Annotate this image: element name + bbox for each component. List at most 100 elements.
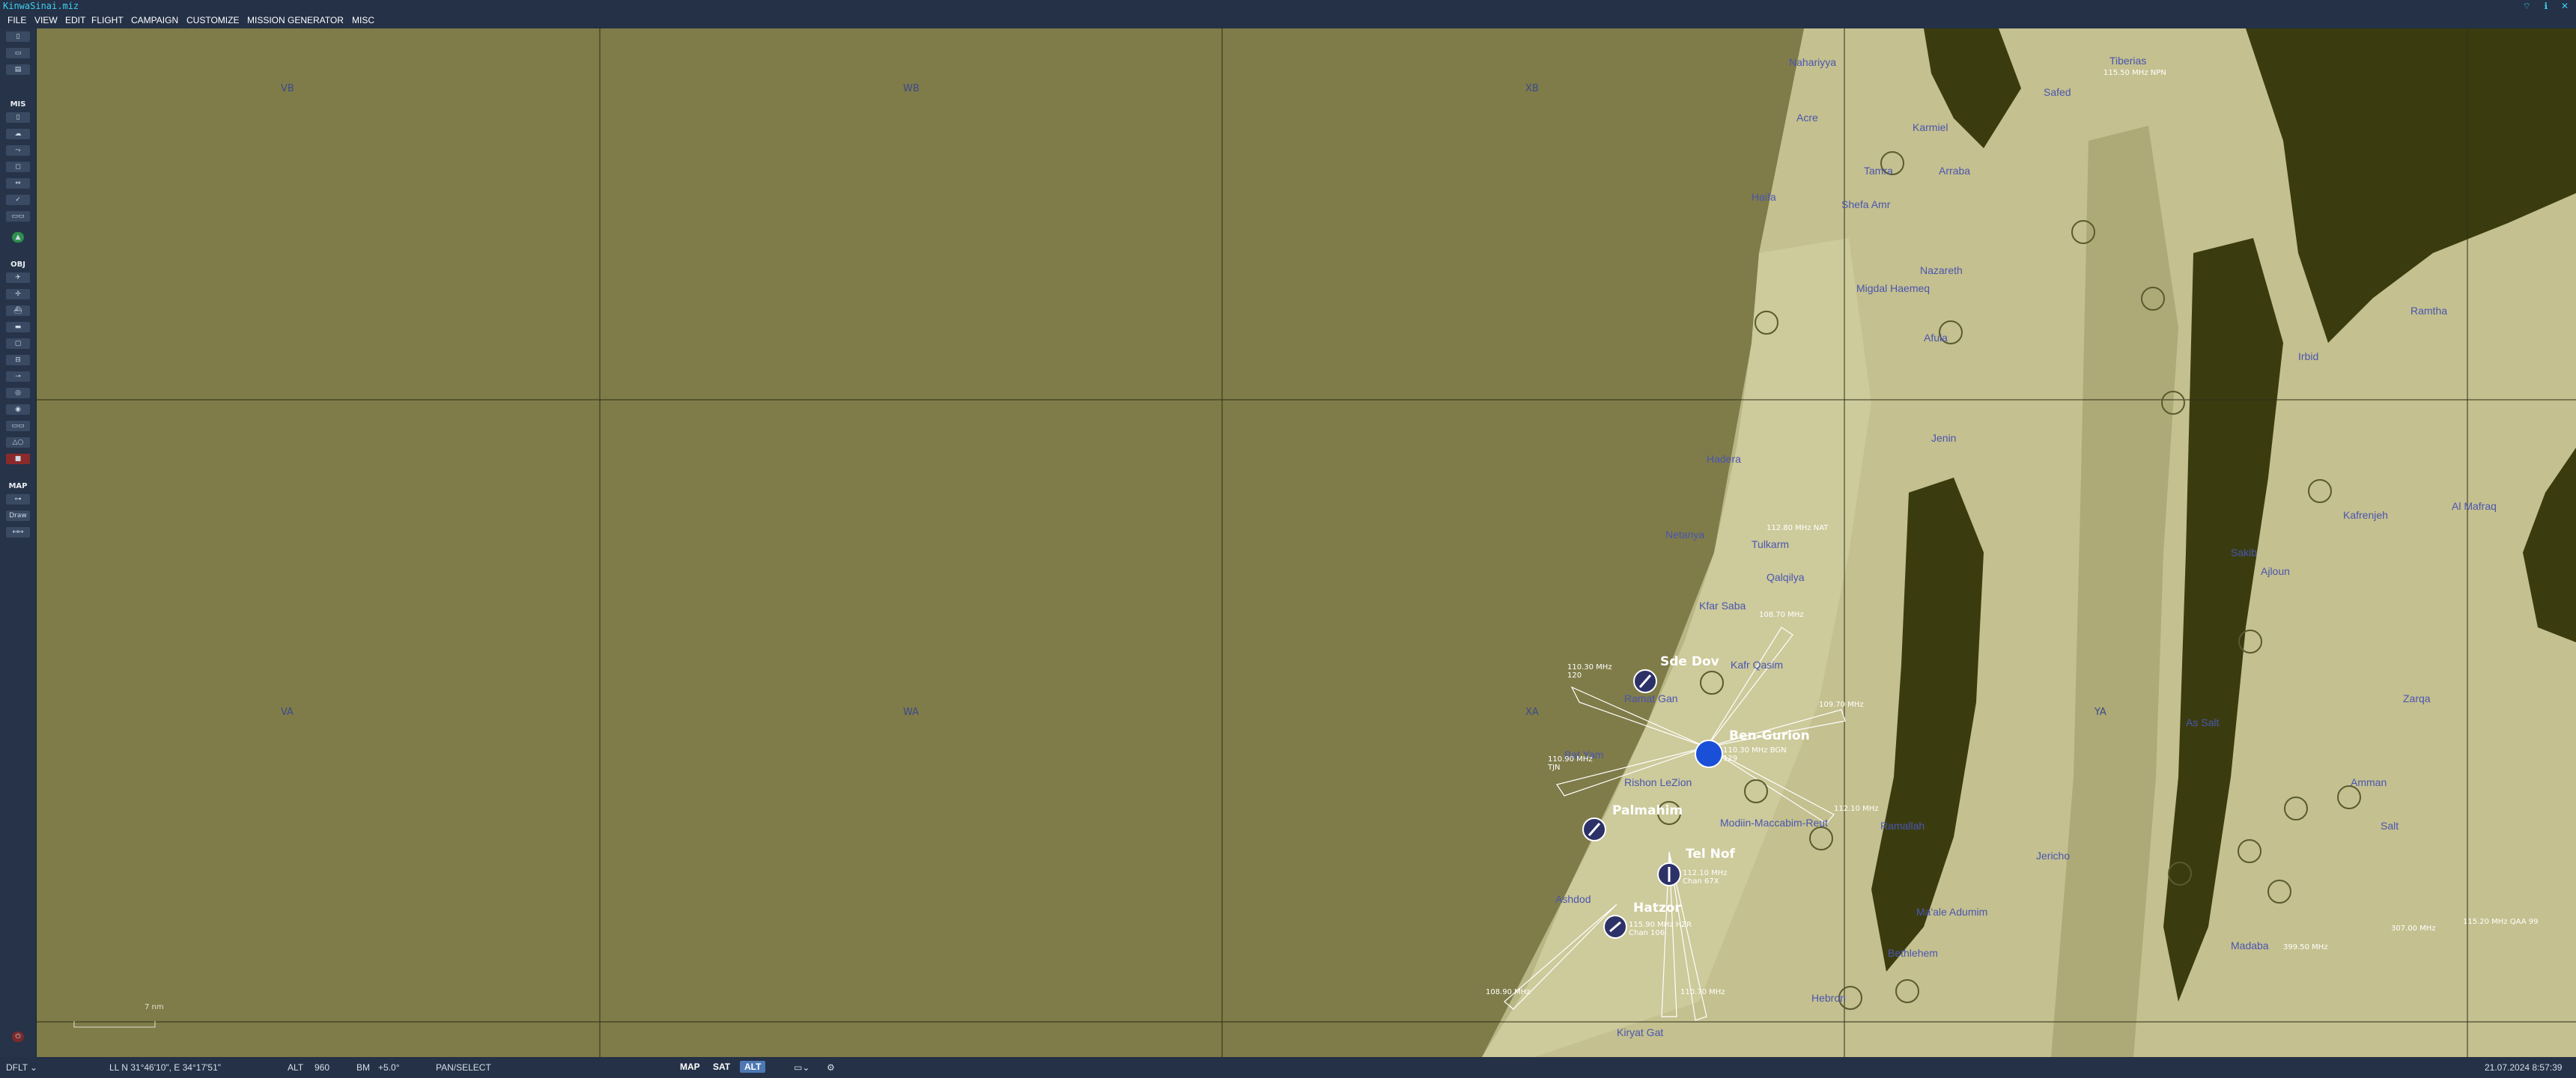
navaid-label: 109.70 MHz [1819, 701, 1864, 709]
town-label: As Salt [2186, 716, 2219, 728]
menu-view[interactable]: VIEW [34, 15, 58, 25]
town-label: Rishon LeZion [1624, 776, 1692, 788]
town-label: Madaba [2231, 940, 2269, 951]
alt-label: ALT [288, 1062, 304, 1073]
menu-misc[interactable]: MISC [352, 15, 374, 25]
town-label: Migdal Haemeq [1856, 282, 1930, 294]
power-icon[interactable]: ⏻ [12, 1032, 24, 1042]
layers-icon[interactable]: ▭⌄ [794, 1062, 809, 1073]
check-icon[interactable]: ✓ [6, 195, 30, 205]
settings-icon[interactable]: ⚙ [827, 1062, 835, 1073]
close-icon[interactable]: ✕ [2561, 1, 2569, 11]
triggers-icon[interactable]: ⤳ [6, 145, 30, 156]
target-icon[interactable]: ◉ [6, 404, 30, 415]
window-title: KinwaSinai.miz [3, 1, 79, 11]
draw-button[interactable]: Draw [6, 511, 30, 521]
alt-value: 960 [315, 1062, 330, 1073]
measure-icon[interactable]: ↤↦ [6, 527, 30, 538]
grid-label: WB [903, 83, 920, 94]
briefing-icon[interactable]: ▯ [6, 112, 30, 123]
town-label: Kfar Saba [1699, 600, 1746, 612]
town-label: Ramallah [1880, 820, 1925, 832]
airbase-name: Palmahim [1612, 803, 1683, 818]
ground-unit-icon[interactable]: ▬ [6, 322, 30, 332]
airbase-channel: 120 [1567, 672, 1582, 680]
map-canvas[interactable]: VB WB XB VA WA XA YA Nahariyya Acre Karm… [37, 28, 2576, 1057]
town-label: Al Mafraq [2452, 500, 2497, 512]
airbase-channel: TJN [1547, 764, 1561, 772]
delete-icon[interactable]: ■ [6, 454, 30, 464]
navaid-label: 110.70 MHz [1680, 988, 1725, 996]
town-label: Kiryat Gat [1617, 1026, 1663, 1038]
coord-mode-dropdown[interactable]: DFLT [6, 1062, 28, 1073]
town-label: Safed [2044, 86, 2071, 98]
town-label: Ajloun [2261, 565, 2290, 577]
navaid-label: 108.70 MHz [1759, 611, 1804, 619]
menu-customize[interactable]: CUSTOMIZE [186, 15, 239, 25]
shapes-icon[interactable]: △○ [6, 437, 30, 448]
alt-mode-button[interactable]: ALT [740, 1061, 766, 1073]
section-mis: MIS [10, 100, 26, 109]
town-label: Modiin-Maccabim-Reut [1720, 817, 1828, 829]
template-icon[interactable]: ⊸ [6, 371, 30, 382]
grid-label: VA [281, 707, 294, 718]
grid-label: WA [903, 707, 919, 718]
town-label: Ramat Gan [1624, 692, 1678, 704]
menu-edit[interactable]: EDIT [65, 15, 85, 25]
town-label: Ashdod [1555, 893, 1591, 905]
town-label: Tamra [1864, 165, 1893, 177]
new-file-icon[interactable]: ▯ [6, 31, 30, 42]
town-label: Nahariyya [1789, 56, 1836, 68]
airbase-icon [1695, 740, 1723, 768]
left-toolbar: ▯ ▭ ▤ MIS ▯ ☁ ⤳ ◻ ⇔ ✓ ▭▭ ▲ OBJ ✈ ✢ ⛴ ▬ ▢… [0, 28, 37, 1057]
town-label: Amman [2351, 776, 2387, 788]
helicopter-icon[interactable]: ✢ [6, 289, 30, 299]
menu-mission-generator[interactable]: MISSION GENERATOR [247, 15, 344, 25]
navaid-label: 307.00 MHz [2391, 925, 2436, 933]
zone-icon[interactable]: ◎ [6, 388, 30, 398]
group-icon[interactable]: ▭▭ [6, 421, 30, 431]
navaid-label: 115.20 MHz QAA 99 [2463, 918, 2538, 926]
static-object-icon[interactable]: ▢ [6, 338, 30, 349]
town-label: Sakib [2231, 546, 2257, 558]
map-view[interactable]: VB WB XB VA WA XA YA Nahariyya Acre Karm… [37, 28, 2576, 1057]
airbase-freq: 112.10 MHz [1683, 869, 1728, 877]
menu-bar: FILE VIEW EDIT FLIGHT CAMPAIGN CUSTOMIZE… [0, 12, 2576, 28]
vehicle-icon[interactable]: ⊟ [6, 355, 30, 365]
town-label: Qalqilya [1767, 571, 1805, 583]
menu-campaign[interactable]: CAMPAIGN [131, 15, 178, 25]
ruler-icon[interactable]: ⊶ [6, 494, 30, 505]
datetime-readout: 21.07.2024 8:57:39 [2485, 1062, 2563, 1073]
weather-icon[interactable]: ☁ [6, 129, 30, 139]
town-label: Shefa Amr [1841, 198, 1891, 210]
title-bar: KinwaSinai.miz ⌔ ℹ ✕ [0, 0, 2576, 12]
save-icon[interactable]: ▤ [6, 64, 30, 75]
town-label: Tulkarm [1752, 538, 1789, 550]
grid-label: VB [281, 83, 294, 94]
goals-icon[interactable]: ▭▭ [6, 211, 30, 222]
grid-label: YA [2094, 707, 2106, 718]
town-label: Kafr Qasim [1731, 659, 1783, 671]
rules-icon[interactable]: ⇔ [6, 178, 30, 189]
ship-icon[interactable]: ⛴ [6, 305, 30, 316]
airbase-name: Sde Dov [1660, 654, 1719, 669]
airbase-name: Ben-Gurion [1729, 728, 1810, 743]
airbase-name: Tel Nof [1686, 847, 1736, 862]
town-label: Tiberias [2109, 55, 2146, 67]
menu-flight[interactable]: FLIGHT [91, 15, 124, 25]
chevron-down-icon[interactable]: ⌄ [30, 1062, 37, 1073]
info-icon[interactable]: ℹ [2545, 1, 2548, 11]
play-icon[interactable]: ▲ [12, 232, 24, 243]
open-folder-icon[interactable]: ▭ [6, 48, 30, 58]
sat-mode-button[interactable]: SAT [708, 1061, 735, 1073]
plane-icon[interactable]: ✈ [6, 272, 30, 283]
airbase-freq: 115.90 MHz HZR [1629, 921, 1692, 929]
navaid-label: 399.50 MHz [2283, 943, 2328, 951]
resources-icon[interactable]: ◻ [6, 162, 30, 172]
menu-file[interactable]: FILE [7, 15, 26, 25]
town-label: Netanya [1665, 529, 1704, 540]
map-mode-button[interactable]: MAP [675, 1061, 705, 1073]
status-bar: DFLT ⌄ LL N 31°46'10", E 34°17'51" ALT 9… [0, 1057, 2576, 1078]
town-label: Nazareth [1920, 264, 1963, 276]
town-label: Bethlehem [1888, 947, 1938, 959]
